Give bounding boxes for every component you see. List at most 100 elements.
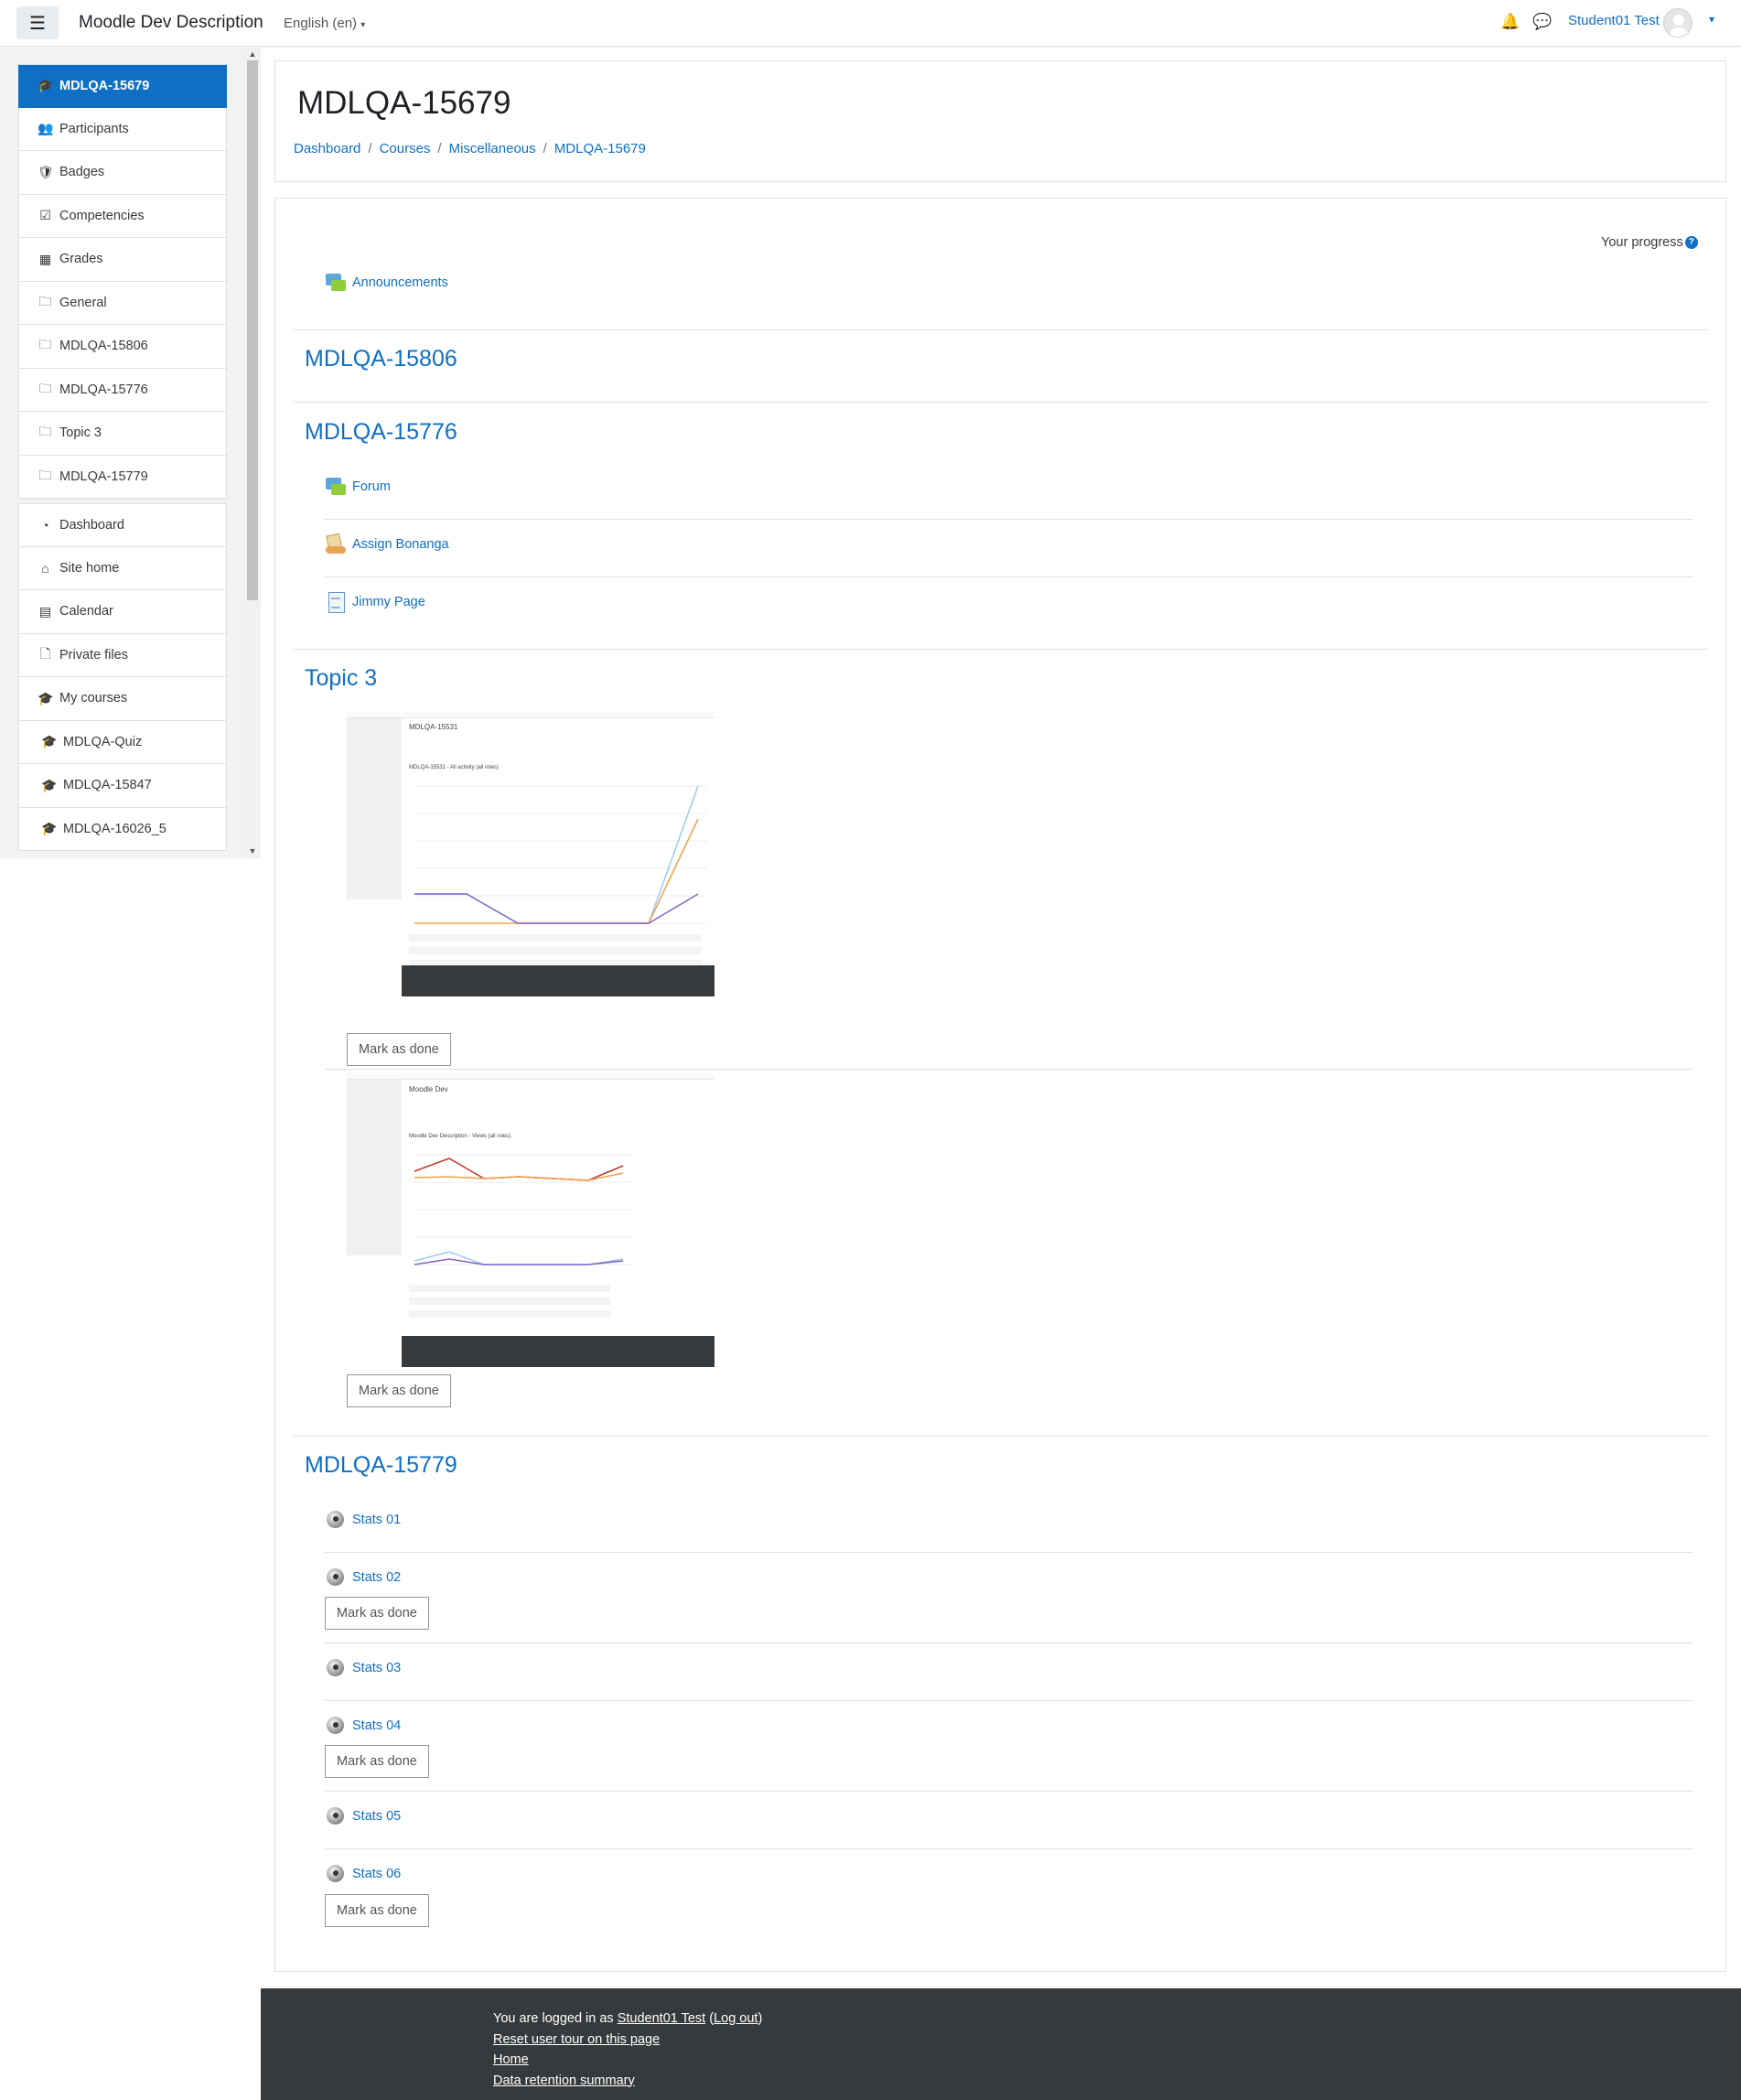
- drawer-item-label: Competencies: [59, 208, 145, 223]
- mark-as-done-button[interactable]: Mark as done: [325, 1894, 429, 1927]
- activity-forum[interactable]: Forum: [325, 476, 391, 498]
- user-menu-name[interactable]: Student01 Test: [1568, 13, 1660, 28]
- logout-link[interactable]: Log out: [714, 2011, 758, 2026]
- breadcrumb-dashboard[interactable]: Dashboard: [294, 141, 360, 156]
- data-retention-link[interactable]: Data retention summary: [493, 2073, 635, 2088]
- drawer-item-label: MDLQA-15779: [59, 468, 148, 484]
- language-menu[interactable]: English (en) ▾: [284, 16, 365, 31]
- activity-stats[interactable]: Stats 03: [325, 1657, 401, 1679]
- graduation-cap-icon: 🎓: [41, 734, 58, 749]
- activity-assign[interactable]: Assign Bonanga: [325, 533, 449, 555]
- drawer-item-participants[interactable]: 👥 Participants: [18, 107, 227, 151]
- drawer-item-mdlqa-15679[interactable]: 🎓 MDLQA-15679: [18, 64, 227, 108]
- stats-icon: [325, 1805, 347, 1827]
- graduation-cap-icon: 🎓: [41, 821, 58, 836]
- caret-down-icon[interactable]: ▾: [1709, 13, 1714, 26]
- drawer-item-topic-3[interactable]: 🗀 Topic 3: [18, 412, 227, 456]
- drawer-item-label: MDLQA-16026_5: [63, 821, 167, 836]
- graduation-cap-icon: 🎓: [38, 690, 54, 705]
- users-icon: 👥: [38, 121, 54, 136]
- breadcrumb-courses[interactable]: Courses: [380, 141, 431, 156]
- bell-icon[interactable]: 🔔: [1500, 13, 1520, 31]
- drawer-item-mdlqa-15847[interactable]: 🎓 MDLQA-15847: [18, 764, 227, 808]
- mark-as-done-button[interactable]: Mark as done: [325, 1745, 429, 1778]
- hamburger-icon: ☰: [29, 13, 46, 34]
- stats-icon: [325, 1567, 347, 1588]
- section-title[interactable]: MDLQA-15776: [305, 419, 457, 446]
- folder-icon: 🗀: [38, 467, 52, 482]
- page-footer: You are logged in as Student01 Test (Log…: [261, 1988, 1741, 2100]
- breadcrumb: Dashboard / Courses / Miscellaneous / MD…: [294, 141, 646, 156]
- drawer-item-dashboard[interactable]: ◔ Dashboard: [18, 503, 227, 547]
- help-icon[interactable]: ?: [1684, 236, 1698, 249]
- drawer-item-mdlqa-15806[interactable]: 🗀 MDLQA-15806: [18, 325, 227, 369]
- drawer-item-my-courses[interactable]: 🎓 My courses: [18, 677, 227, 721]
- drawer-item-label: Calendar: [59, 604, 113, 619]
- home-icon: ⌂: [41, 560, 49, 576]
- drawer-item-label: MDLQA-15679: [59, 78, 150, 93]
- check-square-icon: ☑: [39, 208, 51, 223]
- activity-stats[interactable]: Stats 06: [325, 1863, 401, 1885]
- drawer-item-competencies[interactable]: ☑ Competencies: [18, 194, 227, 238]
- drawer-item-mdlqa-16026-5[interactable]: 🎓 MDLQA-16026_5: [18, 807, 227, 851]
- drawer-item-label: MDLQA-15847: [63, 778, 152, 793]
- drawer-item-general[interactable]: 🗀 General: [18, 281, 227, 325]
- drawer-item-label: My courses: [59, 691, 128, 706]
- graduation-cap-icon: 🎓: [41, 777, 58, 792]
- mark-as-done-button[interactable]: Mark as done: [347, 1033, 451, 1066]
- drawer-item-private-files[interactable]: 🗋 Private files: [18, 633, 227, 677]
- breadcrumb-course[interactable]: MDLQA-15679: [554, 141, 646, 156]
- section-title[interactable]: Topic 3: [305, 665, 377, 692]
- footer-home-link[interactable]: Home: [493, 2052, 529, 2067]
- drawer-item-label: Topic 3: [59, 425, 102, 441]
- screenshot-image: Moodle Dev Moodle Dev Description - View…: [347, 1072, 715, 1367]
- drawer-item-mdlqa-15779[interactable]: 🗀 MDLQA-15779: [18, 455, 227, 499]
- drawer-item-badges[interactable]: 🛡 Badges: [18, 151, 227, 195]
- screenshot-image: MDLQA-15531 MDLQA-15531 - All activity (…: [347, 711, 715, 996]
- line-chart: [414, 1154, 634, 1265]
- mark-as-done-button[interactable]: Mark as done: [347, 1374, 451, 1407]
- drawer-item-grades[interactable]: ▦ Grades: [18, 238, 227, 282]
- activity-stats[interactable]: Stats 01: [325, 1509, 401, 1531]
- section-title[interactable]: MDLQA-15779: [305, 1452, 457, 1479]
- activity-stats[interactable]: Stats 05: [325, 1805, 401, 1827]
- drawer-item-site-home[interactable]: ⌂ Site home: [18, 546, 227, 590]
- mark-as-done-button[interactable]: Mark as done: [325, 1597, 429, 1630]
- folder-icon: 🗀: [38, 424, 52, 439]
- folder-icon: 🗀: [38, 293, 52, 308]
- drawer-item-label: Grades: [59, 252, 103, 267]
- folder-icon: 🗀: [38, 380, 52, 395]
- page-title: MDLQA-15679: [297, 85, 511, 121]
- scroll-down-icon[interactable]: ▼: [247, 845, 258, 856]
- nav-drawer: 🎓 MDLQA-15679 👥 Participants 🛡 Badges ☑ Compete…: [0, 48, 261, 858]
- reset-tour-link[interactable]: Reset user tour on this page: [493, 2032, 660, 2047]
- message-icon[interactable]: 💬: [1532, 13, 1552, 31]
- footer-user-link[interactable]: Student01 Test: [618, 2011, 705, 2026]
- folder-icon: 🗀: [38, 337, 52, 352]
- your-progress: Your progress ?: [1601, 235, 1698, 250]
- file-icon: 🗋: [39, 645, 51, 661]
- drawer-item-mdlqa-quiz[interactable]: 🎓 MDLQA-Quiz: [18, 720, 227, 764]
- drawer-toggle-button[interactable]: ☰: [16, 6, 59, 39]
- table-icon: ▦: [38, 251, 52, 266]
- section-title[interactable]: MDLQA-15806: [305, 346, 457, 372]
- top-navbar: ☰ Moodle Dev Description English (en) ▾ …: [0, 0, 1741, 47]
- drawer-item-label: MDLQA-15776: [59, 382, 148, 397]
- user-avatar[interactable]: [1663, 8, 1693, 38]
- scroll-up-icon[interactable]: ▲: [247, 48, 258, 59]
- site-name-link[interactable]: Moodle Dev Description: [79, 13, 263, 33]
- activity-page[interactable]: Jimmy Page: [325, 591, 425, 613]
- drawer-nav-list: 🎓 MDLQA-15679 👥 Participants 🛡 Badges ☑ Compete…: [18, 64, 227, 851]
- graduation-cap-icon: 🎓: [38, 78, 54, 93]
- activity-stats[interactable]: Stats 02: [325, 1567, 401, 1588]
- activity-announcements[interactable]: Announcements: [325, 272, 448, 294]
- course-content: Your progress ? Announcements MDLQA-1580…: [274, 198, 1726, 1972]
- drawer-item-label: Badges: [59, 165, 105, 180]
- stats-icon: [325, 1657, 347, 1679]
- activity-stats[interactable]: Stats 04: [325, 1715, 401, 1737]
- breadcrumb-miscellaneous[interactable]: Miscellaneous: [449, 141, 536, 156]
- calendar-icon: ▤: [38, 603, 52, 619]
- drawer-scroll-thumb[interactable]: [247, 60, 258, 600]
- drawer-item-calendar[interactable]: ▤ Calendar: [18, 590, 227, 634]
- drawer-item-mdlqa-15776[interactable]: 🗀 MDLQA-15776: [18, 368, 227, 412]
